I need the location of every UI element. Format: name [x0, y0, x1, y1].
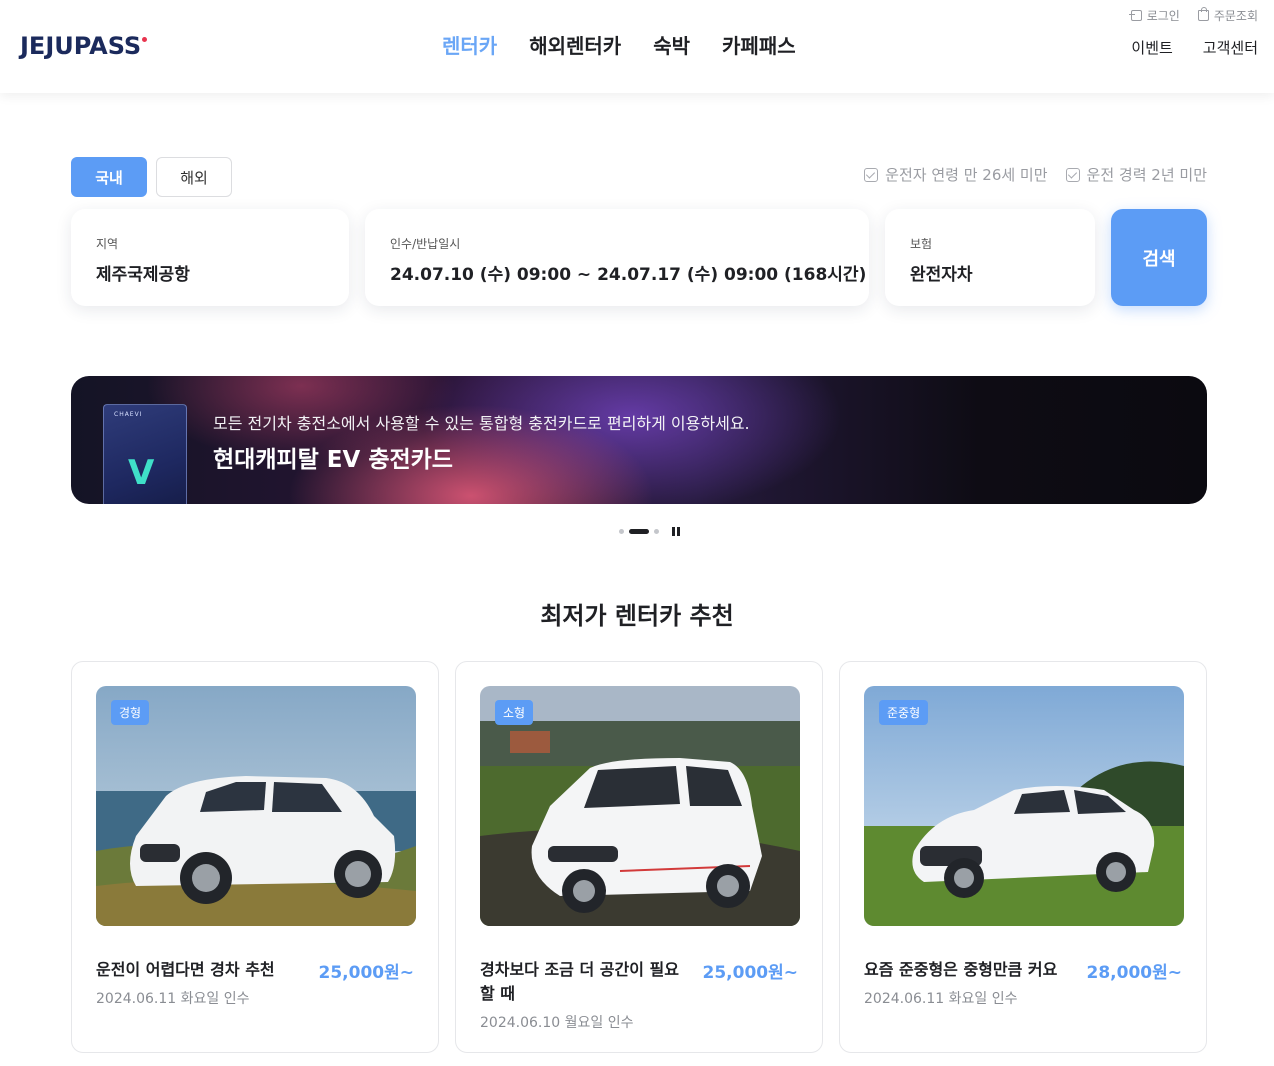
insurance-label: 보험	[910, 237, 933, 251]
customer-center-link[interactable]: 고객센터	[1203, 37, 1258, 58]
car-class-badge: 소형	[495, 700, 534, 725]
pickup-date: 2024.06.10 월요일 인수	[480, 1015, 634, 1031]
nav-rentcar[interactable]: 렌터카	[442, 30, 497, 59]
pickup-date: 2024.06.11 화요일 인수	[864, 991, 1018, 1007]
search-button[interactable]: 검색	[1111, 209, 1207, 306]
logo-dot	[142, 36, 148, 42]
login-icon	[1128, 10, 1142, 21]
carousel-dot[interactable]	[619, 529, 624, 534]
insurance-field[interactable]: 보험 완전자차	[885, 209, 1095, 306]
ev-charging-card-image: CHAEVI V	[103, 404, 187, 504]
insurance-value: 완전자차	[910, 265, 973, 285]
car-name: 경차보다 조금 더 공간이 필요할 때	[480, 960, 679, 1003]
region-value: 제주국제공항	[96, 265, 190, 285]
pickup-date: 2024.06.11 화요일 인수	[96, 991, 250, 1007]
pause-icon[interactable]	[672, 527, 680, 536]
nav-lodging[interactable]: 숙박	[653, 30, 690, 59]
car-name: 요즘 준중형은 중형만큼 커요	[864, 960, 1058, 979]
login-link[interactable]: 로그인	[1128, 7, 1180, 24]
site-header: JEJUPASS 렌터카 해외렌터카 숙박 카페패스 로그인 주문조회 이벤트 …	[0, 0, 1274, 93]
banner-subtitle: 모든 전기차 충전소에서 사용할 수 있는 통합형 충전카드로 편리하게 이용하…	[213, 414, 750, 433]
jejupass-logo[interactable]: JEJUPASS	[20, 30, 148, 62]
region-field[interactable]: 지역 제주국제공항	[71, 209, 349, 306]
region-label: 지역	[96, 237, 119, 251]
tab-domestic[interactable]: 국내	[71, 157, 147, 197]
checkbox-icon	[1065, 167, 1080, 182]
carousel-pagination	[619, 527, 680, 536]
card-brand: CHAEVI	[114, 411, 143, 418]
carousel-dot-active[interactable]	[629, 529, 649, 534]
login-label: 로그인	[1146, 9, 1180, 23]
date-field[interactable]: 인수/반납일시 24.07.10 (수) 09:00 ~ 24.07.17 (수…	[365, 209, 869, 306]
date-label: 인수/반납일시	[390, 237, 461, 251]
banner-title: 현대캐피탈 EV 충전카드	[213, 447, 453, 473]
nav-cafepass[interactable]: 카페패스	[722, 30, 796, 59]
shopping-bag-icon	[1197, 7, 1209, 21]
car-card[interactable]: 경형 운전이 어렵다면 경차 추천 25,000원~ 2024.06.11 화요…	[71, 661, 439, 1053]
logo-text: JEJUPASS	[20, 32, 142, 60]
checkbox-icon	[864, 167, 879, 182]
age-checkbox-label: 운전자 연령 만 26세 미만	[885, 166, 1048, 184]
card-logo-icon: V	[128, 453, 155, 493]
car-name: 운전이 어렵다면 경차 추천	[96, 960, 275, 979]
car-class-badge: 준중형	[879, 700, 929, 725]
main-nav: 렌터카 해외렌터카 숙박 카페패스	[442, 30, 796, 59]
car-price: 25,000원~	[318, 963, 415, 983]
experience-checkbox-label: 운전 경력 2년 미만	[1086, 166, 1207, 184]
order-lookup-link[interactable]: 주문조회	[1197, 7, 1258, 24]
sub-nav: 이벤트 고객센터	[1131, 37, 1258, 58]
experience-checkbox[interactable]: 운전 경력 2년 미만	[1065, 164, 1207, 185]
carousel-dot[interactable]	[654, 529, 659, 534]
car-photo: 경형	[96, 686, 416, 926]
car-card[interactable]: 소형 경차보다 조금 더 공간이 필요할 때 25,000원~ 2024.06.…	[455, 661, 823, 1053]
order-lookup-label: 주문조회	[1213, 9, 1258, 23]
tab-overseas[interactable]: 해외	[156, 157, 232, 197]
age-checkbox[interactable]: 운전자 연령 만 26세 미만	[864, 164, 1048, 185]
car-photo: 소형	[480, 686, 800, 926]
utility-nav: 로그인 주문조회	[1128, 7, 1258, 24]
nav-overseas-rentcar[interactable]: 해외렌터카	[529, 30, 621, 59]
car-photo: 준중형	[864, 686, 1184, 926]
date-value: 24.07.10 (수) 09:00 ~ 24.07.17 (수) 09:00 …	[390, 265, 867, 285]
car-price: 28,000원~	[1086, 963, 1183, 983]
events-link[interactable]: 이벤트	[1131, 37, 1172, 58]
section-title: 최저가 렌터카 추천	[540, 602, 734, 630]
car-class-badge: 경형	[111, 700, 150, 725]
car-price: 25,000원~	[702, 963, 799, 983]
driver-options: 운전자 연령 만 26세 미만 운전 경력 2년 미만	[864, 164, 1207, 185]
car-card[interactable]: 준중형 요즘 준중형은 중형만큼 커요 28,000원~ 2024.06.11 …	[839, 661, 1207, 1053]
promo-banner[interactable]: CHAEVI V 모든 전기차 충전소에서 사용할 수 있는 통합형 충전카드로…	[71, 376, 1207, 504]
